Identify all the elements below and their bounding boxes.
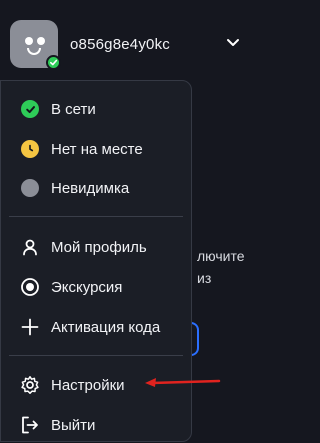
tour-icon [19,276,41,298]
menu-item-online[interactable]: В сети [1,90,191,128]
menu-item-label: Активация кода [51,318,161,336]
menu-item-activate-code[interactable]: Активация кода [1,308,191,346]
menu-item-away[interactable]: Нет на месте [1,130,191,168]
menu-item-my-profile[interactable]: Мой профиль [1,228,191,266]
menu-item-label: Нет на месте [51,140,143,158]
app-root: лючите из o856g8e4y0kc В сети Нет на мес… [0,0,251,443]
menu-item-label: Выйти [51,416,96,434]
logout-icon [19,414,41,436]
username[interactable]: o856g8e4y0kc [70,36,170,53]
chevron-down-icon[interactable] [226,38,240,48]
menu-item-invisible[interactable]: Невидимка [1,169,191,207]
avatar-eye-right [37,37,45,45]
menu-item-tour[interactable]: Экскурсия [1,268,191,306]
gear-icon [19,374,41,396]
menu-item-label: Мой профиль [51,238,147,256]
menu-item-label: Настройки [51,376,125,394]
menu-item-logout[interactable]: Выйти [1,406,191,443]
avatar-eye-left [25,37,33,45]
avatar-mouth [27,48,41,55]
account-header[interactable]: o856g8e4y0kc [0,0,251,80]
menu-divider [9,216,183,217]
background-text-2: из [197,270,212,286]
menu-item-label: Невидимка [51,179,130,197]
background-text-1: лючите [197,248,245,264]
red-arrow-annotation-icon [145,378,221,387]
user-icon [19,236,41,258]
invisible-status-icon [19,177,41,199]
avatar-online-status-icon [46,55,61,70]
away-status-icon [19,138,41,160]
online-status-icon [19,98,41,120]
menu-divider [9,355,183,356]
menu-item-label: Экскурсия [51,278,123,296]
plus-icon [19,316,41,338]
menu-item-label: В сети [51,100,96,118]
